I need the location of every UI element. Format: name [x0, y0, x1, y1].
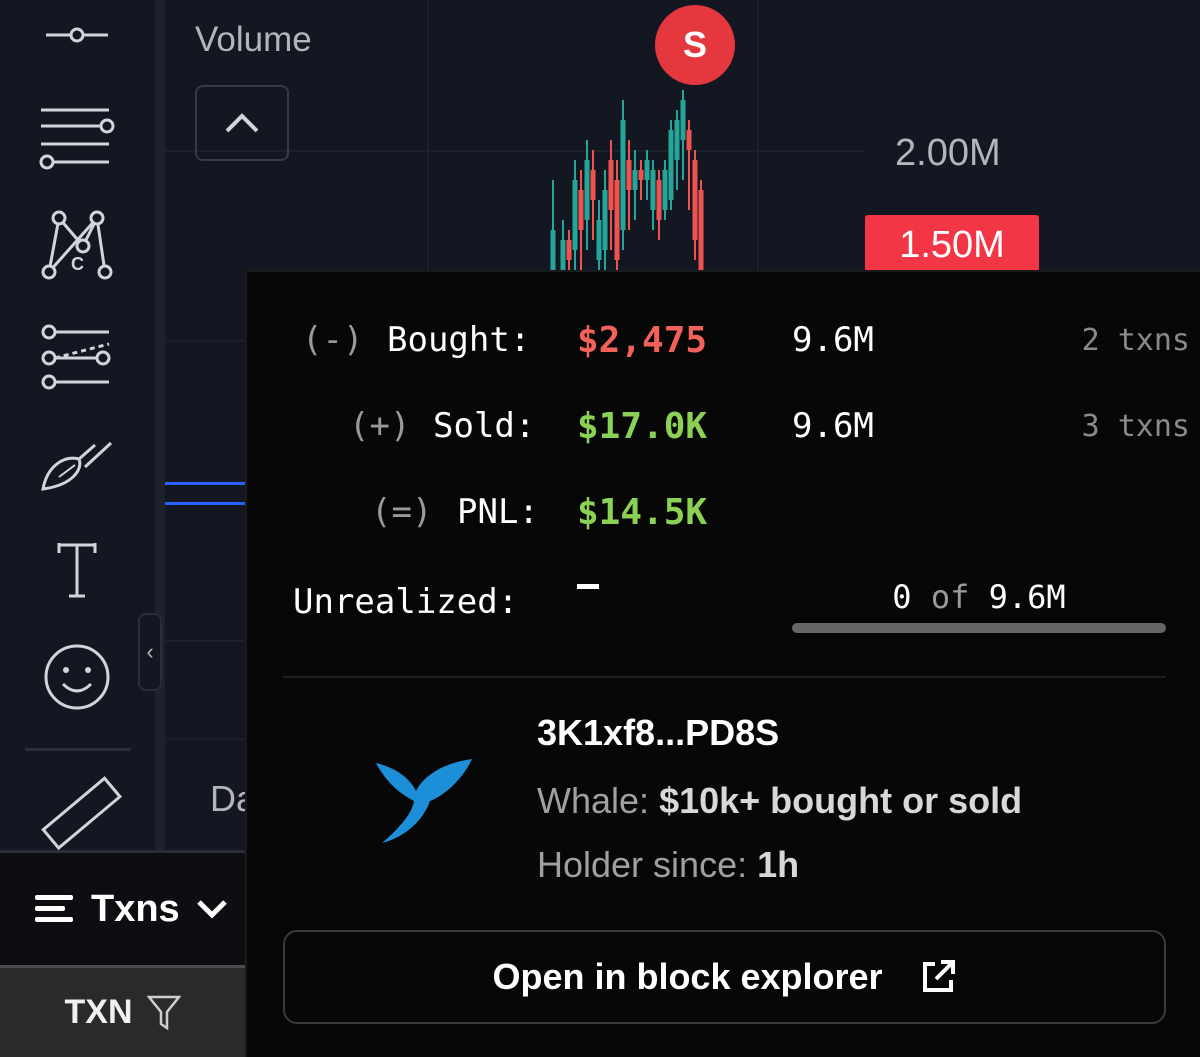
- filter-icon[interactable]: [146, 994, 181, 1032]
- whale-icon: [376, 759, 472, 843]
- wallet-address[interactable]: 3K1xf8...PD8S: [537, 712, 779, 754]
- svg-text:C: C: [71, 254, 84, 274]
- candle-body: [596, 220, 602, 260]
- emoji-icon: [44, 644, 110, 710]
- ruler-icon: [41, 776, 123, 851]
- holding-held: 0: [892, 578, 912, 616]
- chevron-up-icon: [225, 113, 259, 133]
- candle-body: [632, 170, 638, 190]
- sell-marker[interactable]: S: [655, 5, 735, 85]
- emoji-tool[interactable]: [27, 632, 127, 722]
- chevron-down-icon: [196, 900, 227, 919]
- candle-body: [656, 180, 662, 220]
- indicator-line: [165, 482, 245, 485]
- collapse-volume-button[interactable]: [195, 85, 289, 161]
- unrealized-label: Unrealized:: [293, 582, 519, 622]
- volume-label: Volume: [195, 20, 312, 59]
- candle-body: [650, 170, 656, 210]
- candle-body: [578, 190, 584, 230]
- pattern-tool[interactable]: C: [27, 200, 127, 290]
- sold-prefix: (+): [349, 406, 411, 446]
- candle-body: [584, 160, 590, 220]
- open-block-explorer-label: Open in block explorer: [492, 956, 883, 997]
- indicator-line: [165, 502, 245, 505]
- whale-criteria: $10k+ bought or sold: [659, 780, 1023, 821]
- candlestick-series: [550, 90, 704, 280]
- bought-txn-count: 2 txns: [1081, 323, 1190, 358]
- sold-row: (+) Sold: $17.0K 9.6M 3 txns: [247, 406, 1200, 456]
- candle-body: [566, 240, 572, 260]
- candle-body: [662, 170, 668, 210]
- current-price-tag: 1.50M: [865, 215, 1039, 275]
- holder-since-label: Holder since:: [537, 844, 748, 885]
- section-divider: [283, 676, 1166, 678]
- toolbar-border: [155, 0, 165, 850]
- toolbar-divider: [25, 748, 131, 751]
- text-tool[interactable]: [27, 525, 127, 615]
- brush-icon: [41, 441, 113, 491]
- pnl-amount: $14.5K: [577, 492, 708, 533]
- sold-amount: $17.0K: [577, 406, 708, 447]
- txn-column-header[interactable]: TXN: [0, 965, 245, 1057]
- trader-popover: (-) Bought: $2,475 9.6M 2 txns (+) Sold:…: [245, 270, 1200, 1057]
- whale-description: Whale: $10k+ bought or sold: [537, 780, 1022, 822]
- holder-since-value: 1h: [757, 844, 800, 885]
- bought-tokens: 9.6M: [792, 320, 874, 360]
- holding-of: of: [930, 578, 970, 616]
- bought-amount: $2,475: [577, 320, 708, 361]
- pattern-icon: C: [41, 210, 113, 280]
- candle-body: [608, 160, 614, 210]
- candle-body: [692, 160, 698, 240]
- candle-body: [638, 170, 644, 180]
- candle-body: [614, 180, 620, 260]
- candle-body: [590, 170, 596, 200]
- sold-label: Sold:: [433, 406, 536, 446]
- candle-body: [626, 160, 632, 190]
- candle-body: [644, 160, 650, 180]
- holding-total: 9.6M: [988, 578, 1066, 616]
- menu-icon: [35, 895, 73, 922]
- brush-tool[interactable]: [27, 420, 127, 510]
- candle-body: [572, 180, 578, 250]
- horizontal-line-icon: [46, 27, 108, 43]
- pnl-row: (=) PNL: $14.5K: [247, 492, 1200, 542]
- bought-row: (-) Bought: $2,475 9.6M 2 txns: [247, 320, 1200, 370]
- candle-body: [674, 120, 680, 160]
- candle-body: [698, 190, 704, 270]
- open-block-explorer-button[interactable]: Open in block explorer: [283, 930, 1166, 1024]
- price-axis-label: 2.00M: [895, 132, 1001, 174]
- holding-progress-bar: [792, 623, 1166, 633]
- forecast-tool[interactable]: [27, 312, 127, 402]
- whale-label: Whale:: [537, 780, 650, 821]
- candle-body: [560, 240, 566, 270]
- bought-label: Bought:: [387, 320, 531, 360]
- txn-header-label: TXN: [64, 993, 133, 1031]
- candle-body: [686, 130, 692, 150]
- txns-dropdown[interactable]: Txns: [0, 850, 245, 965]
- sold-tokens: 9.6M: [792, 406, 874, 446]
- bought-prefix: (-): [302, 320, 364, 360]
- text-icon: [57, 543, 97, 598]
- candle-body: [602, 190, 608, 250]
- pnl-prefix: (=): [371, 492, 433, 532]
- pnl-label: PNL:: [457, 492, 539, 532]
- candle-body: [680, 100, 686, 140]
- candle-body: [668, 130, 674, 200]
- candle-body: [620, 120, 626, 230]
- holding-amount: 0 of 9.6M: [792, 578, 1166, 616]
- forecast-icon: [41, 324, 111, 390]
- holder-since: Holder since: 1h: [537, 844, 799, 886]
- parallel-lines-tool[interactable]: [27, 92, 127, 182]
- txns-label: Txns: [91, 887, 180, 930]
- collapse-toolbar-button[interactable]: ‹: [138, 613, 162, 691]
- unrealized-value: [577, 584, 599, 589]
- external-link-icon: [922, 960, 955, 992]
- sold-txn-count: 3 txns: [1081, 409, 1190, 444]
- parallel-lines-icon: [39, 108, 115, 170]
- ruler-tool[interactable]: [27, 772, 127, 862]
- horizontal-line-tool[interactable]: [27, 0, 127, 80]
- drawing-toolbar: C: [0, 0, 155, 851]
